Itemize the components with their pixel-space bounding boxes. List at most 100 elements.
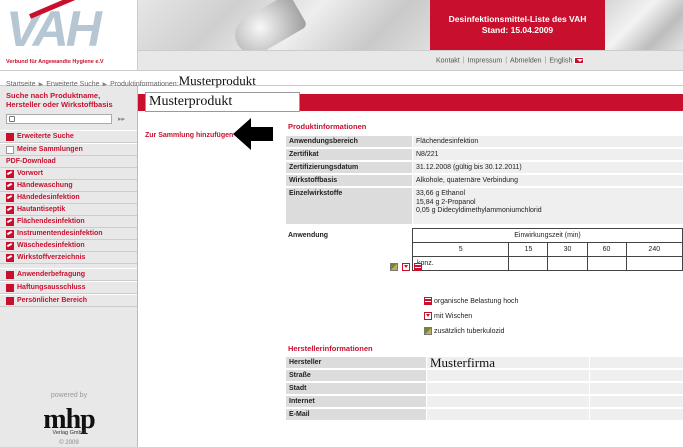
time-cell: 60 [586, 242, 627, 257]
row-value: N8/221 [412, 149, 683, 161]
sidebar-pdf-hautantiseptik[interactable]: Hautantiseptik [0, 204, 137, 216]
hersteller-row: Internet [286, 396, 683, 408]
pen-icon [6, 270, 14, 279]
sidebar-pdf-instrumentendesinfektion[interactable]: Instrumentendesinfektion [0, 228, 137, 240]
sidebar-item-label: Wäschedesinfektion [17, 242, 85, 249]
sidebar-item-label: Meine Sammlungen [17, 146, 83, 153]
sidebar-pdf-vorwort[interactable]: Vorwort [0, 168, 137, 180]
sidebar-item-haftungsausschluss[interactable]: Haftungsausschluss [0, 281, 137, 294]
sidebar-item-anwenderbefragung[interactable]: Anwenderbefragung [0, 268, 137, 281]
sidebar-item-meine-sammlungen[interactable]: Meine Sammlungen [0, 143, 137, 156]
search-title: Suche nach Produktname, Hersteller oder … [6, 91, 113, 109]
sidebar-item-persoenlicher-bereich[interactable]: Persönlicher Bereich [0, 294, 137, 307]
einwirkungszeit-header: Einwirkungszeit (min) [412, 228, 683, 243]
nav-kontakt[interactable]: Kontakt [436, 57, 460, 64]
pdf-icon [6, 193, 14, 202]
sidebar-item-label: Wirkstoffverzeichnis [17, 254, 86, 261]
time-cell: 15 [508, 242, 549, 257]
search-row: ▸▸ [6, 114, 131, 124]
legend-text: mit Wischen [434, 312, 473, 320]
hersteller-row: Straße [286, 370, 683, 382]
top-nav: Kontakt | Impressum | Abmelden | English [430, 50, 683, 70]
pdf-icon [6, 241, 14, 250]
sidebar-pdf-haendewaschung[interactable]: Händewaschung [0, 180, 137, 192]
row-key: Anwendungsbereich [286, 136, 412, 148]
sidebar-item-label: Flächendesinfektion [17, 218, 85, 225]
sidebar-pdf-haendedesinfektion[interactable]: Händedesinfektion [0, 192, 137, 204]
wirkstoff-line: 0,05 g Didecyldimethylammoniumchlorid [416, 207, 542, 214]
row-value [426, 370, 589, 382]
produkt-heading: Produktinformationen [288, 122, 367, 131]
powered-by-label: powered by [50, 392, 88, 399]
sidebar-item-label: Persönlicher Bereich [17, 297, 88, 304]
sidebar-item-erweiterte-suche[interactable]: Erweiterte Suche [0, 130, 137, 143]
wirkstoff-line: 15,84 g 2-Propanol [416, 198, 476, 206]
tuberculocidal-icon [390, 263, 398, 271]
pdf-icon [6, 205, 14, 214]
nav-english[interactable]: English [549, 57, 572, 64]
usage-icons [390, 263, 424, 271]
search-input[interactable] [6, 114, 112, 124]
header-title: Desinfektionsmittel-Liste des VAH Stand:… [430, 0, 605, 50]
row-value: 31.12.2008 (gültig bis 30.12.2011) [412, 162, 683, 174]
hersteller-row: E-Mail [286, 409, 683, 421]
row-value [426, 383, 589, 395]
flag-icon[interactable] [574, 57, 585, 64]
legend-tuberculocidal: zusätzlich tuberkulozid [424, 327, 504, 335]
copyright: © 2009 [59, 440, 79, 446]
row-value: 33,66 g Ethanol 15,84 g 2-Propanol 0,05 … [412, 188, 683, 224]
breadcrumb: Startseite ▶ Erweiterte Suche ▶ Produktinfor… [0, 70, 683, 88]
add-to-collection-link[interactable]: Zur Sammlung hinzufügen [145, 132, 233, 139]
row-value: Musterfirma [426, 356, 589, 369]
topnav-spacer [138, 50, 430, 70]
pdf-download-heading: PDF-Download [0, 156, 137, 168]
sidebar-pdf-flaechendesinfektion[interactable]: Flächendesinfektion [0, 216, 137, 228]
search-go-button[interactable]: ▸▸ [118, 115, 125, 123]
nav-impressum[interactable]: Impressum [468, 57, 503, 64]
value-cell [625, 256, 683, 271]
produkt-row: Zertifikat N8/221 [286, 149, 683, 161]
anwendung-table: Einwirkungszeit (min) 5 15 30 60 240 kon… [411, 228, 683, 271]
einzelwirkstoffe-row: Einzelwirkstoffe 33,66 g Ethanol 15,84 g… [286, 188, 683, 224]
wirkstoff-line: 33,66 g Ethanol [416, 190, 466, 197]
produkt-row: Zertifizierungsdatum 31.12.2008 (gültig b… [286, 162, 683, 174]
header-title-line1: Desinfektionsmittel-Liste des VAH [448, 14, 587, 24]
page-title: Musterprodukt [145, 92, 300, 112]
hersteller-row: Hersteller Musterfirma [286, 356, 683, 369]
folder-icon [6, 145, 14, 154]
row-key: Wirkstoffbasis [286, 175, 412, 187]
produkt-row: Anwendungsbereich Flächendesinfektion [286, 136, 683, 148]
sidebar: Suche nach Produktname, Hersteller oder … [0, 86, 138, 447]
vah-logo[interactable]: VAH Verbund für Angewandte Hygiene e.V [0, 0, 138, 70]
sidebar-item-label: Erweiterte Suche [17, 133, 74, 140]
row-key: Stadt [286, 383, 426, 395]
person-icon [6, 296, 14, 305]
row-value: Flächendesinfektion [412, 136, 683, 148]
nav-abmelden[interactable]: Abmelden [510, 57, 542, 64]
header: VAH Verbund für Angewandte Hygiene e.V D… [0, 0, 683, 70]
time-cell: 5 [411, 242, 510, 257]
konz-cell: konz. [411, 256, 510, 271]
legend-text: organische Belastung hoch [434, 297, 519, 305]
organic-load-icon [424, 297, 432, 305]
value-cell [508, 256, 549, 271]
paragraph-icon [6, 283, 14, 292]
mhp-subtitle: Verlag GmbH [52, 430, 86, 436]
row-key: E-Mail [286, 409, 426, 421]
sidebar-item-label: Händewaschung [17, 182, 73, 189]
search-field-icon [9, 116, 15, 122]
sidebar-pdf-wirkstoffverzeichnis[interactable]: Wirkstoffverzeichnis [0, 252, 137, 264]
search-red-icon [6, 132, 14, 141]
sidebar-pdf-waeschedesinfektion[interactable]: Wäschedesinfektion [0, 240, 137, 252]
pdf-icon [6, 181, 14, 190]
row-value [426, 396, 589, 408]
legend-organic: organische Belastung hoch [424, 297, 518, 305]
row-key: Zertifizierungsdatum [286, 162, 412, 174]
pdf-icon [6, 169, 14, 178]
legend-text: zusätzlich tuberkulozid [434, 327, 505, 335]
organic-load-icon [414, 263, 422, 271]
value-cell [586, 256, 627, 271]
row-value: Alkohole, quaternäre Verbindung [412, 175, 683, 187]
pdf-icon [6, 229, 14, 238]
sidebar-item-label: Instrumentendesinfektion [17, 230, 103, 237]
